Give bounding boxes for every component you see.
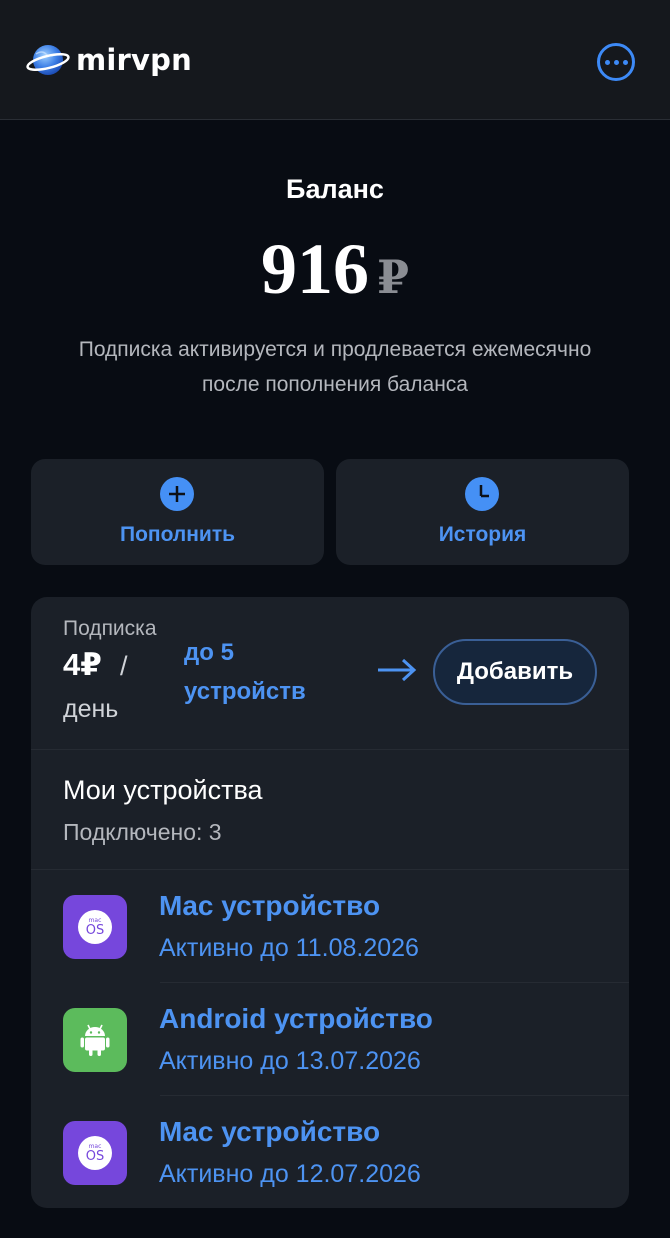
android-icon <box>63 1008 127 1072</box>
device-name: Mac устройство <box>159 890 381 921</box>
plus-circle-icon <box>160 477 194 511</box>
balance-note-line-1: Подписка активируется и продлевается еже… <box>78 338 592 361</box>
history-label: История <box>438 523 527 546</box>
macos-icon: mac OS <box>63 1121 127 1185</box>
balance-value: 916 ₽ <box>0 228 670 311</box>
balance-label: Баланс <box>286 174 384 204</box>
device-name: Android устройство <box>159 1003 433 1034</box>
balance-amount: 916 <box>260 229 369 309</box>
subscription-slash: / <box>120 651 128 681</box>
device-row[interactable]: Android устройство Активно до 13.07.2026 <box>31 983 629 1095</box>
device-status: Активно до 11.08.2026 <box>159 934 419 962</box>
divider <box>31 749 629 750</box>
macos-icon: mac OS <box>63 895 127 959</box>
device-status: Активно до 13.07.2026 <box>159 1047 421 1075</box>
subscription-title: Подписка <box>63 617 157 640</box>
topup-button[interactable]: Пополнить <box>31 459 324 565</box>
subscription-devices-limit: до 5 устройств <box>184 633 354 711</box>
my-devices-title: Мои устройства <box>63 775 263 805</box>
subscription-period: день <box>63 695 119 723</box>
balance-note-line-2: после пополнения баланса <box>202 373 468 396</box>
connected-count: Подключено: 3 <box>63 819 222 845</box>
add-device-button[interactable]: Добавить <box>433 639 597 705</box>
topup-label: Пополнить <box>119 523 236 546</box>
subscription-price: 4₽ <box>63 647 102 682</box>
app-header: mirvpn <box>0 0 670 120</box>
device-row[interactable]: mac OS Mac устройство Активно до 11.08.2… <box>31 870 629 982</box>
globe-logo-icon <box>26 45 70 75</box>
subscription-card: Подписка 4₽ / день до 5 устройств Добави… <box>31 597 629 1208</box>
devices-limit-line-2: устройств <box>184 678 306 705</box>
logo-text: mirvpn <box>76 43 192 77</box>
clock-icon <box>465 477 499 511</box>
more-horizontal-icon <box>604 59 610 65</box>
more-menu-button[interactable] <box>597 43 635 81</box>
arrow-right-icon <box>378 658 417 682</box>
logo[interactable]: mirvpn <box>26 40 192 80</box>
devices-limit-line-1: до 5 <box>184 639 234 666</box>
balance-currency: ₽ <box>376 252 409 303</box>
balance-note: Подписка активируется и продлевается еже… <box>0 332 670 402</box>
device-status: Активно до 12.07.2026 <box>159 1160 421 1188</box>
history-button[interactable]: История <box>336 459 629 565</box>
device-name: Mac устройство <box>159 1116 381 1147</box>
device-row[interactable]: mac OS Mac устройство Активно до 12.07.2… <box>31 1096 629 1208</box>
